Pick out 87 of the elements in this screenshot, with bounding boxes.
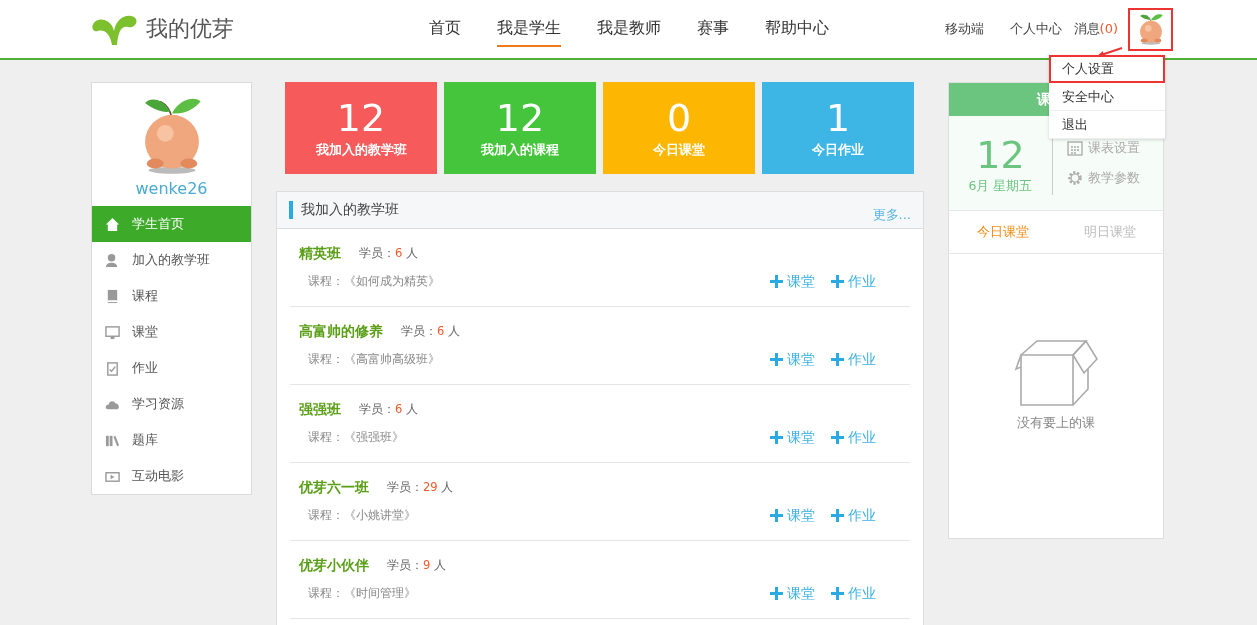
stat-value: 12 xyxy=(495,97,545,138)
plus-icon xyxy=(770,587,783,600)
plus-icon xyxy=(831,587,844,600)
stat-tile[interactable]: 12 我加入的教学班 xyxy=(285,82,437,174)
nav-tab[interactable]: 赛事 xyxy=(697,11,729,47)
day-number: 12 xyxy=(976,131,1025,178)
calendar-icon xyxy=(1067,140,1083,156)
settings-icon xyxy=(1067,170,1083,186)
member-count: 学员：6 人 xyxy=(359,246,418,261)
messages-link[interactable]: 消息(0) xyxy=(1073,20,1118,38)
sidebar-item[interactable]: 学生首页 xyxy=(92,206,251,242)
sidebar-item[interactable]: 加入的教学班 xyxy=(92,242,251,278)
stat-value: 0 xyxy=(666,97,692,138)
menu-item-icon xyxy=(105,216,120,232)
panel-title: 我加入的教学班 xyxy=(301,201,399,219)
add-link[interactable]: 作业 xyxy=(831,350,876,369)
stat-value: 12 xyxy=(336,97,386,138)
class-name[interactable]: 优芽小伙伴 xyxy=(299,556,369,575)
menu-item[interactable]: 退出 xyxy=(1049,111,1165,139)
class-name[interactable]: 精英班 xyxy=(299,244,341,263)
plus-icon xyxy=(831,509,844,522)
avatar-button[interactable] xyxy=(1128,7,1173,51)
sidebar-item[interactable]: 学习资源 xyxy=(92,386,251,422)
more-link[interactable]: 更多... xyxy=(872,206,911,228)
course-name: 课程：《如何成为精英》 xyxy=(308,274,440,289)
add-link[interactable]: 作业 xyxy=(831,506,876,525)
sidebar-item[interactable]: 题库 xyxy=(92,422,251,458)
nav-tab[interactable]: 我是学生 xyxy=(497,11,561,47)
class-name[interactable]: 高富帅的修养 xyxy=(299,322,383,341)
add-link[interactable]: 课堂 xyxy=(770,506,815,525)
stat-tile[interactable]: 0 今日课堂 xyxy=(603,82,755,174)
nav-tab[interactable]: 帮助中心 xyxy=(765,11,829,47)
class-name[interactable]: 优芽六一班 xyxy=(299,478,369,497)
plus-icon xyxy=(831,431,844,444)
add-link[interactable]: 作业 xyxy=(831,428,876,447)
add-link[interactable]: 课堂 xyxy=(770,584,815,603)
plus-icon xyxy=(831,353,844,366)
stat-label: 我加入的课程 xyxy=(481,141,559,159)
add-link[interactable]: 课堂 xyxy=(770,428,815,447)
username[interactable]: wenke26 xyxy=(135,179,208,198)
stat-value: 1 xyxy=(825,97,851,138)
sidebar-item[interactable]: 作业 xyxy=(92,350,251,386)
menu-item-icon xyxy=(105,288,120,304)
plus-icon xyxy=(770,509,783,522)
add-link[interactable]: 作业 xyxy=(831,584,876,603)
stat-tile[interactable]: 12 我加入的课程 xyxy=(444,82,596,174)
menu-item[interactable]: 个人设置 xyxy=(1049,55,1165,83)
sidebar-item[interactable]: 课堂 xyxy=(92,314,251,350)
menu-item[interactable]: 安全中心 xyxy=(1049,83,1165,111)
stat-label: 今日作业 xyxy=(812,141,864,159)
add-link[interactable]: 作业 xyxy=(831,272,876,291)
menu-item-icon xyxy=(105,360,120,376)
menu-item-icon xyxy=(105,252,120,268)
date-text: 6月 星期五 xyxy=(968,177,1033,195)
plus-icon xyxy=(770,431,783,444)
plus-icon xyxy=(770,353,783,366)
logo-text[interactable]: 我的优芽 xyxy=(146,14,234,44)
member-count: 学员：9 人 xyxy=(387,558,446,573)
schedule-title: 课 xyxy=(1037,90,1051,109)
course-name: 课程：《高富帅高级班》 xyxy=(308,352,440,367)
nav-tab[interactable]: 首页 xyxy=(429,11,461,47)
empty-message: 没有要上的课 xyxy=(1017,415,1095,432)
day-tab[interactable]: 今日课堂 xyxy=(949,211,1056,253)
member-count: 学员：6 人 xyxy=(401,324,460,339)
sidebar-item[interactable]: 互动电影 xyxy=(92,458,251,494)
nav-tab[interactable]: 我是教师 xyxy=(597,11,661,47)
sidebar-item[interactable]: 课程 xyxy=(92,278,251,314)
schedule-link[interactable]: 教学参数 xyxy=(1067,169,1140,187)
stat-tile[interactable]: 1 今日作业 xyxy=(762,82,914,174)
add-link[interactable]: 课堂 xyxy=(770,350,815,369)
class-name[interactable]: 强强班 xyxy=(299,400,341,419)
course-name: 课程：《强强班》 xyxy=(308,430,404,445)
add-link[interactable]: 课堂 xyxy=(770,272,815,291)
plus-icon xyxy=(831,275,844,288)
header-link[interactable]: 个人中心 xyxy=(1009,20,1062,38)
course-name: 课程：《小姚讲堂》 xyxy=(308,508,416,523)
header-link[interactable]: 移动端 xyxy=(944,20,984,38)
course-name: 课程：《时间管理》 xyxy=(308,586,416,601)
member-count: 学员：6 人 xyxy=(359,402,418,417)
empty-box-icon xyxy=(1013,339,1099,409)
stat-label: 我加入的教学班 xyxy=(315,141,407,159)
day-tab[interactable]: 明日课堂 xyxy=(1056,211,1163,253)
member-count: 学员：29 人 xyxy=(387,480,454,495)
stat-label: 今日课堂 xyxy=(653,141,705,159)
plus-icon xyxy=(770,275,783,288)
menu-item-icon xyxy=(105,324,120,340)
schedule-link[interactable]: 课表设置 xyxy=(1067,139,1140,157)
